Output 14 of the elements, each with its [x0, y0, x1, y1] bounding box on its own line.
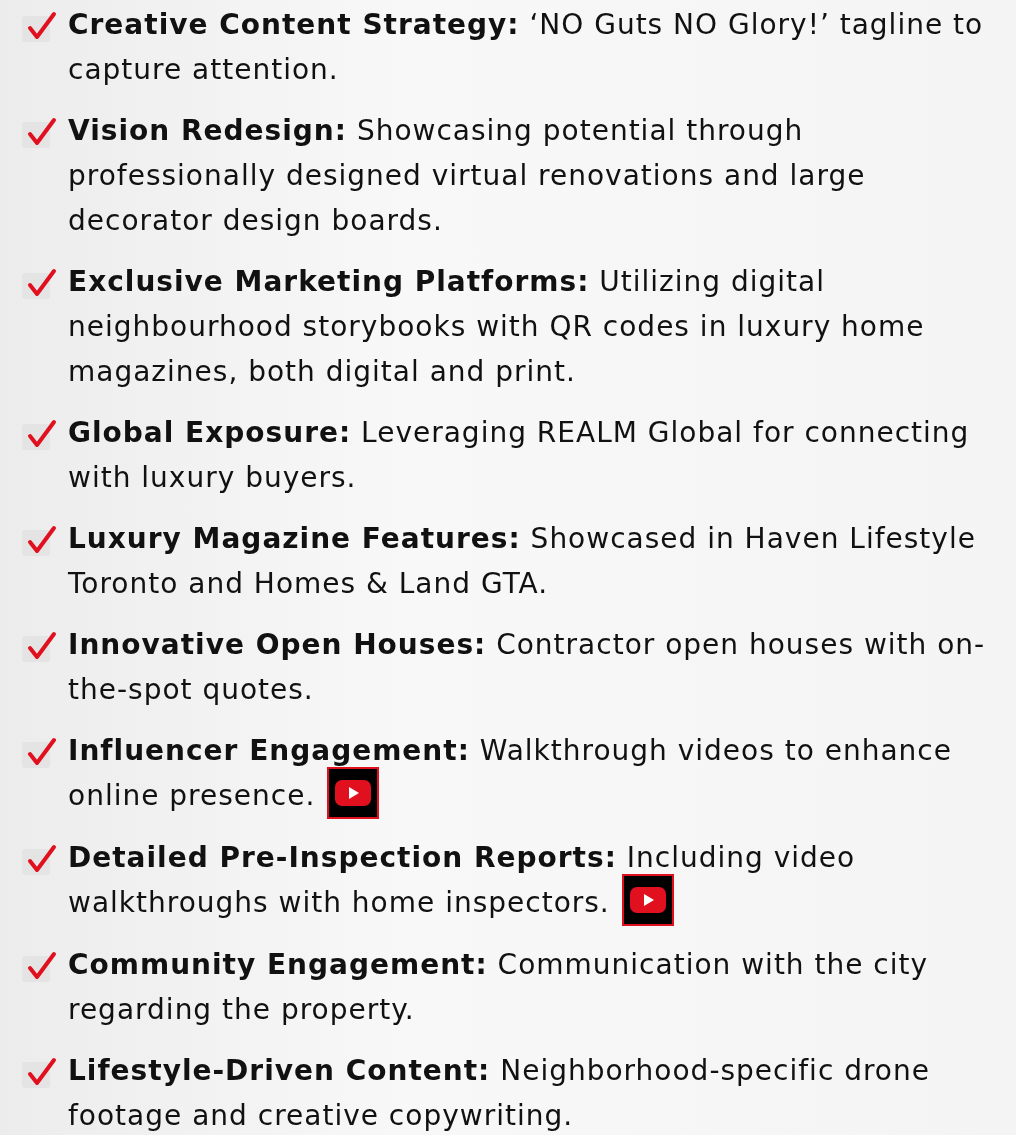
feature-description: Influencer Engagement: Walkthrough videos to enhance online presence. — [68, 728, 993, 819]
video-link[interactable] — [621, 874, 674, 926]
feature-description: Vision Redesign: Showcasing potential through professionally designed virtual renovations and large decorator design boards. — [68, 113, 867, 239]
feature-description: Creative Content Strategy: ‘NO Guts NO Glory!’ tagline to capture attention. — [68, 7, 985, 88]
feature-description: Lifestyle-Driven Content: Neighborhood-specific drone footage and creative copywriting. — [68, 1053, 931, 1134]
play-icon — [335, 780, 372, 806]
feature-description: Innovative Open Houses: Contractor open houses with on-the-spot quotes. — [68, 627, 987, 708]
play-icon — [629, 887, 666, 913]
feature-description: Luxury Magazine Features: Showcased in Haven Lifestyle Toronto and Homes & Land GTA. — [68, 521, 977, 602]
feature-description: Exclusive Marketing Platforms: Utilizing digital neighbourhood storybooks with QR codes in luxury home magazines, both digital and print. — [68, 264, 926, 390]
feature-description: Global Exposure: Leveraging REALM Global for connecting with luxury buyers. — [68, 415, 971, 496]
video-link[interactable] — [327, 767, 380, 819]
feature-description: Detailed Pre-Inspection Reports: Including video walkthroughs with home inspectors. — [68, 835, 993, 926]
feature-description: Community Engagement: Communication with the city regarding the property. — [68, 947, 930, 1028]
